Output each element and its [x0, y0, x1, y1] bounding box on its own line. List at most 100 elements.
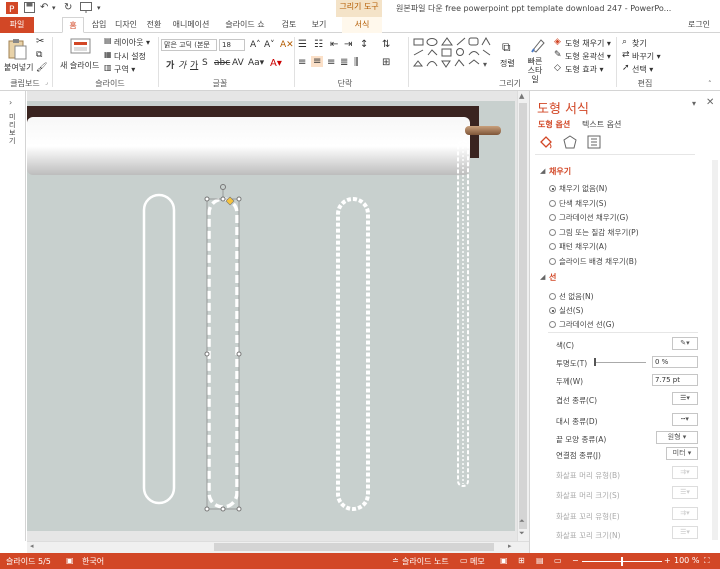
reset-button[interactable]: 다시 설정	[114, 51, 146, 62]
slideshow-view-icon[interactable]: ▭	[554, 556, 562, 565]
tab-format[interactable]: 서식	[342, 17, 382, 33]
columns-icon[interactable]: ⫼	[354, 57, 359, 68]
fill-section-header[interactable]: 채우기	[549, 166, 571, 177]
slide-counter[interactable]: 슬라이드 5/5	[6, 556, 51, 567]
vertical-scroll-thumb[interactable]	[519, 103, 527, 529]
resize-handle[interactable]	[236, 196, 242, 202]
line-section-header[interactable]: 선	[549, 272, 556, 283]
change-case-icon[interactable]: Aa▾	[248, 58, 264, 68]
scroll-left-icon[interactable]: ◂	[30, 542, 34, 550]
bold-icon[interactable]: 가	[166, 58, 174, 71]
shape-outline-icon[interactable]: ✎	[554, 50, 562, 60]
language-indicator[interactable]: 한국어	[82, 556, 104, 567]
cut-icon[interactable]: ✂	[36, 36, 44, 47]
rotate-handle[interactable]	[220, 184, 226, 190]
fill-line-icon[interactable]	[539, 135, 553, 151]
resize-handle[interactable]	[204, 196, 210, 202]
arrange-button[interactable]: 정렬	[500, 58, 515, 69]
bullets-icon[interactable]: ☰	[298, 39, 307, 50]
shapes-gallery[interactable]: ▾	[412, 36, 496, 74]
decrease-font-icon[interactable]: A˅	[264, 40, 275, 50]
copy-icon[interactable]: ⧉	[36, 50, 42, 60]
shape-effects-button[interactable]: 도형 효과 ▾	[565, 64, 604, 75]
dash-type-dropdown[interactable]: ┅▾	[672, 413, 698, 426]
font-size-combobox[interactable]: 18	[219, 39, 245, 51]
reading-view-icon[interactable]: ▤	[536, 556, 544, 565]
shape-effects-icon[interactable]: ◇	[554, 63, 561, 73]
radio-button[interactable]	[549, 307, 556, 314]
resize-handle[interactable]	[220, 506, 226, 512]
tab-design[interactable]: 디자인	[111, 17, 141, 33]
italic-icon[interactable]: 가	[178, 58, 186, 71]
shadow-icon[interactable]: S	[202, 58, 208, 68]
expand-thumbnails-icon[interactable]: ›	[9, 98, 12, 107]
radio-button[interactable]	[549, 214, 556, 221]
quick-styles-icon[interactable]	[530, 37, 546, 55]
comments-button[interactable]: 메모	[470, 556, 485, 567]
arrow-end-size-dropdown[interactable]: ☰▾	[672, 526, 698, 539]
dotted-capsule[interactable]	[336, 197, 370, 511]
strikethrough-icon[interactable]: abc	[214, 58, 230, 68]
numbering-icon[interactable]: ☷	[314, 39, 323, 50]
section-button[interactable]: 구역 ▾	[114, 64, 135, 75]
tab-home[interactable]: 홈	[62, 17, 84, 33]
tab-slideshow[interactable]: 슬라이드 쇼	[222, 17, 268, 33]
reset-icon[interactable]: ▦	[104, 50, 112, 59]
horizontal-scroll-thumb[interactable]	[214, 543, 494, 551]
fill-option-4[interactable]: 패턴 채우기(A)	[549, 241, 607, 252]
save-icon[interactable]	[24, 2, 35, 16]
panel-options-icon[interactable]: ▾	[692, 99, 696, 108]
resize-handle[interactable]	[236, 506, 242, 512]
fill-option-3[interactable]: 그림 또는 질감 채우기(P)	[549, 227, 639, 238]
resize-handle[interactable]	[204, 351, 210, 357]
redo-icon[interactable]: ↻	[64, 2, 72, 13]
dashed-capsule-selected[interactable]	[207, 197, 239, 509]
decrease-indent-icon[interactable]: ⇤	[330, 39, 338, 50]
text-direction-icon[interactable]: ⇅	[382, 39, 390, 50]
justify-icon[interactable]: ≣	[340, 57, 348, 68]
increase-font-icon[interactable]: A˄	[250, 40, 261, 50]
outline-color-button[interactable]: ✎▾	[672, 337, 698, 350]
select-button[interactable]: 선택 ▾	[632, 64, 653, 75]
resize-handle[interactable]	[236, 351, 242, 357]
collapse-section-icon[interactable]: ◢	[540, 273, 545, 281]
paste-button[interactable]: 붙여넣기	[4, 62, 33, 73]
arrow-begin-size-dropdown[interactable]: ☰▾	[672, 486, 698, 499]
close-panel-icon[interactable]: ✕	[706, 97, 714, 108]
replace-icon[interactable]: ⇄	[622, 50, 630, 60]
format-painter-icon[interactable]: 🖌	[36, 63, 47, 73]
layout-button[interactable]: 레이아웃 ▾	[114, 37, 150, 48]
find-icon[interactable]: ⌕	[622, 37, 627, 47]
resize-handle[interactable]	[220, 196, 226, 202]
shape-fill-icon[interactable]: ◈	[554, 37, 561, 47]
font-name-combobox[interactable]: 맑은 고딕 (본문	[161, 39, 217, 51]
line-spacing-icon[interactable]: ↕	[360, 39, 368, 50]
fill-option-1[interactable]: 단색 채우기(S)	[549, 198, 607, 209]
tab-insert[interactable]: 삽입	[88, 17, 110, 33]
fill-option-5[interactable]: 슬라이드 배경 채우기(B)	[549, 256, 637, 267]
tab-file[interactable]: 파일	[0, 17, 34, 33]
collapse-ribbon-icon[interactable]: ˄	[708, 80, 712, 88]
radio-button[interactable]	[549, 321, 556, 328]
smartart-icon[interactable]: ⊞	[382, 57, 390, 68]
notes-icon[interactable]: ≐	[392, 556, 399, 565]
resize-handle[interactable]	[204, 506, 210, 512]
new-slide-button[interactable]: 새 슬라이드	[60, 60, 99, 71]
chevron-down-icon[interactable]: ▾	[52, 4, 56, 12]
tab-shape-options[interactable]: 도형 옵션	[538, 119, 570, 130]
new-slide-icon[interactable]	[70, 37, 92, 59]
zoom-slider-thumb[interactable]	[621, 557, 623, 566]
effects-icon[interactable]	[563, 135, 577, 151]
transparency-spinner[interactable]: 0 %	[652, 356, 698, 368]
slideshow-icon[interactable]	[80, 2, 92, 16]
join-type-dropdown[interactable]: 미터 ▾	[666, 447, 698, 460]
fit-to-window-icon[interactable]: ⛶	[704, 556, 710, 566]
zoom-level[interactable]: 100 %	[674, 556, 699, 565]
line-option-0[interactable]: 선 없음(N)	[549, 291, 594, 302]
tab-animations[interactable]: 애니메이션	[168, 17, 214, 33]
radio-button[interactable]	[549, 199, 556, 207]
tab-text-options[interactable]: 텍스트 옵션	[582, 119, 621, 130]
scroll-up-icon[interactable]: ▲	[519, 92, 524, 100]
tab-transitions[interactable]: 전환	[142, 17, 166, 33]
line-option-2[interactable]: 그라데이션 선(G)	[549, 319, 614, 330]
